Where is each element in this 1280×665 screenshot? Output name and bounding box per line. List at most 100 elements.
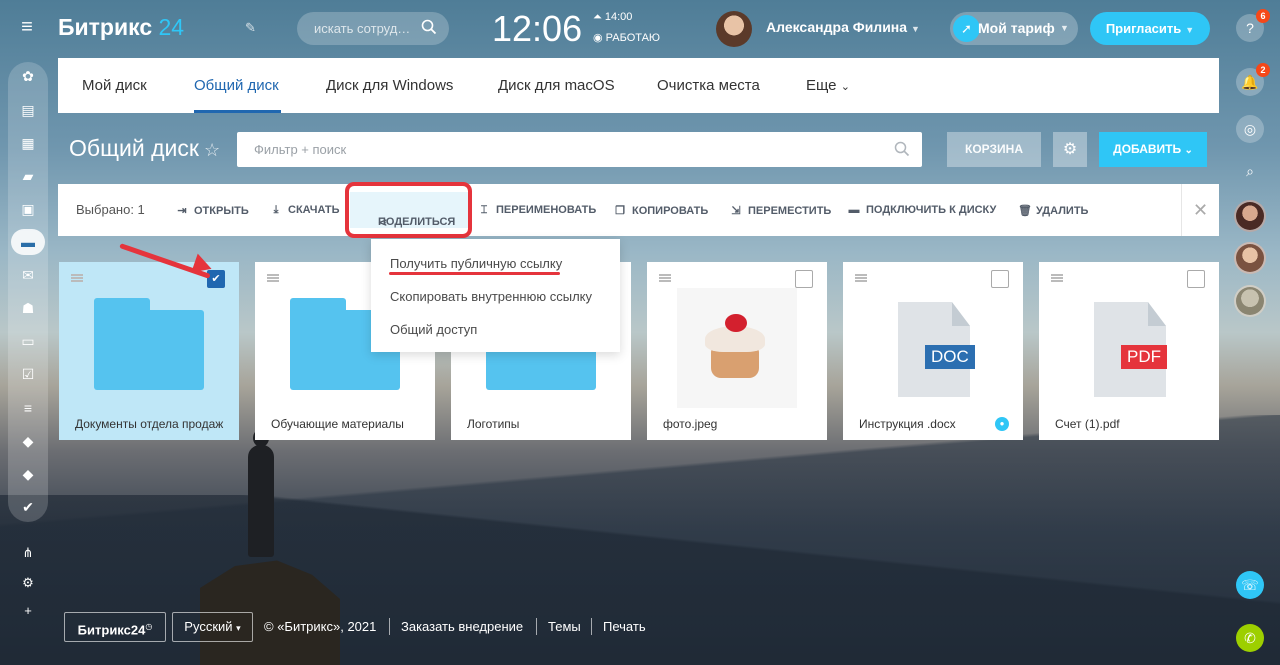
footer-logo[interactable]: Битрикс24◷ — [64, 612, 166, 642]
tariff-button[interactable]: ➚ Мой тариф ▼ — [950, 12, 1078, 45]
tab-more[interactable]: Еще ⌄ — [806, 77, 850, 94]
drag-handle-icon[interactable] — [267, 274, 279, 282]
tabs-bar: Мой диск Общий диск Диск для Windows Дис… — [58, 58, 1219, 113]
menu-item-public-link[interactable]: Получить публичную ссылку — [390, 256, 562, 271]
file-name[interactable]: Логотипы — [467, 417, 519, 431]
notifications-button[interactable]: 🔔 2 — [1236, 63, 1270, 96]
chevron-down-icon: ⌄ — [840, 81, 850, 93]
brand-logo[interactable]: Битрикс 24 — [58, 14, 184, 41]
groups-icon[interactable]: ☗ — [20, 300, 36, 316]
file-card[interactable]: PDF Счет (1).pdf — [1039, 262, 1219, 440]
feed-icon[interactable]: ✿ — [20, 68, 36, 84]
contact-avatar-1[interactable] — [1234, 200, 1266, 232]
select-checkbox[interactable] — [991, 270, 1009, 288]
file-name[interactable]: фото.jpeg — [663, 417, 717, 431]
copy-icon: ❐ — [615, 205, 625, 217]
language-select[interactable]: Русский ▾ — [172, 612, 253, 642]
trash-button[interactable]: КОРЗИНА — [947, 132, 1041, 167]
box-icon[interactable]: ◆ — [20, 433, 36, 449]
share-dropdown-menu: Получить публичную ссылку Скопировать вн… — [371, 239, 620, 352]
work-status[interactable]: ◉ РАБОТАЮ — [593, 31, 660, 44]
chevron-down-icon: ▼ — [911, 24, 920, 34]
move-button[interactable]: ⇲ ПЕРЕМЕСТИТЬ — [730, 204, 831, 217]
contact-center-button[interactable]: ☏ — [1236, 571, 1264, 599]
disk-icon[interactable]: ▬ — [11, 229, 45, 255]
chevron-down-icon: ⌄ — [1184, 145, 1193, 156]
rename-button[interactable]: ⌶ ПЕРЕИМЕНОВАТЬ — [478, 204, 597, 217]
help-button[interactable]: ? 6 — [1236, 9, 1270, 42]
filter-search-input[interactable]: Фильтр + поиск — [237, 132, 922, 167]
file-card[interactable]: DOC Инструкция .docx ● — [843, 262, 1023, 440]
move-icon: ⇲ — [731, 205, 741, 217]
file-name[interactable]: Счет (1).pdf — [1055, 417, 1120, 431]
trash-icon: 🗑 — [1018, 205, 1032, 217]
mail-icon[interactable]: ✉ — [20, 267, 36, 283]
copyright-text: © «Битрикс», 2021 — [264, 619, 377, 634]
download-button[interactable]: ⤓ СКАЧАТЬ — [270, 204, 340, 217]
tab-shared-disk[interactable]: Общий диск — [194, 77, 279, 94]
tab-disk-macos[interactable]: Диск для macOS — [498, 77, 615, 94]
menu-item-internal-link[interactable]: Скопировать внутреннюю ссылку — [390, 289, 592, 304]
contact-avatar-3[interactable] — [1234, 285, 1266, 317]
order-link[interactable]: Заказать внедрение — [401, 619, 523, 634]
chevron-down-icon: ▼ — [1185, 25, 1195, 35]
file-name[interactable]: Инструкция .docx — [859, 417, 956, 431]
tasks-icon[interactable]: ☑ — [20, 366, 36, 382]
background-person — [248, 429, 274, 557]
calendar-icon[interactable]: ▦ — [20, 135, 36, 151]
search-input[interactable]: искать сотруд… — [297, 12, 449, 45]
select-checkbox[interactable] — [1187, 270, 1205, 288]
phone-button[interactable]: ✆ — [1236, 624, 1264, 652]
themes-link[interactable]: Темы — [548, 619, 581, 634]
connect-disk-button[interactable]: ▬ ПОДКЛЮЧИТЬ К ДИСКУ — [848, 204, 997, 216]
print-link[interactable]: Печать — [603, 619, 646, 634]
clock-time[interactable]: 12:06 — [492, 8, 582, 50]
file-name[interactable]: Документы отдела продаж — [75, 417, 223, 431]
search-icon[interactable]: ⌕ — [1236, 157, 1264, 185]
disk-drive-icon: ▬ — [848, 204, 860, 216]
active-tab-indicator — [194, 110, 281, 113]
contact-avatar-2[interactable] — [1234, 242, 1266, 274]
tab-disk-windows[interactable]: Диск для Windows — [326, 77, 453, 94]
delete-button[interactable]: 🗑 УДАЛИТЬ — [1018, 204, 1088, 217]
search-icon — [894, 141, 910, 157]
drag-handle-icon[interactable] — [1051, 274, 1063, 282]
invite-button[interactable]: Пригласить ▼ — [1090, 12, 1210, 45]
copy-button[interactable]: ❐ КОПИРОВАТЬ — [614, 204, 708, 217]
file-card[interactable]: фото.jpeg — [647, 262, 827, 440]
settings-icon[interactable]: ⚙ — [20, 575, 36, 591]
folder-icon — [94, 298, 204, 390]
menu-item-shared-access[interactable]: Общий доступ — [390, 322, 477, 337]
drag-handle-icon[interactable] — [659, 274, 671, 282]
tab-cleanup[interactable]: Очистка места — [657, 77, 760, 94]
drag-handle-icon[interactable] — [855, 274, 867, 282]
drag-handle-icon[interactable] — [71, 274, 83, 282]
file-name[interactable]: Обучающие материалы — [271, 417, 404, 431]
strawberry-image — [725, 314, 747, 332]
menu-icon[interactable]: ≡ — [18, 17, 36, 37]
user-menu[interactable]: Александра Филина ▼ — [766, 19, 920, 35]
file-card[interactable]: ✔ Документы отдела продаж — [59, 262, 239, 440]
edit-logo-icon[interactable]: ✎ — [245, 20, 256, 36]
sitemap-icon[interactable]: ⋔ — [20, 545, 36, 561]
close-icon[interactable]: ✕ — [1181, 184, 1219, 236]
document-icon[interactable]: ▣ — [20, 201, 36, 217]
plus-icon[interactable]: + — [20, 603, 36, 619]
check-circle-icon[interactable]: ✔ — [20, 499, 36, 515]
chat-icon[interactable]: ▰ — [20, 168, 36, 184]
star-icon[interactable]: ☆ — [204, 140, 220, 161]
cupcake-image — [705, 326, 765, 378]
highlight-underline — [389, 272, 560, 275]
open-button[interactable]: ⇥ ОТКРЫТЬ — [176, 204, 248, 217]
page-title: Общий диск — [69, 135, 199, 161]
box2-icon[interactable]: ◆ — [20, 466, 36, 482]
tab-my-disk[interactable]: Мой диск — [82, 77, 147, 94]
filter-icon[interactable]: ≡ — [20, 400, 36, 416]
gear-icon[interactable]: ⚙ — [1053, 132, 1087, 167]
avatar[interactable] — [716, 11, 752, 47]
window-icon[interactable]: ▭ — [20, 333, 36, 349]
messenger-button[interactable]: ◎ — [1236, 115, 1264, 143]
news-icon[interactable]: ▤ — [20, 102, 36, 118]
select-checkbox[interactable] — [795, 270, 813, 288]
add-button[interactable]: ДОБАВИТЬ ⌄ — [1099, 132, 1207, 167]
